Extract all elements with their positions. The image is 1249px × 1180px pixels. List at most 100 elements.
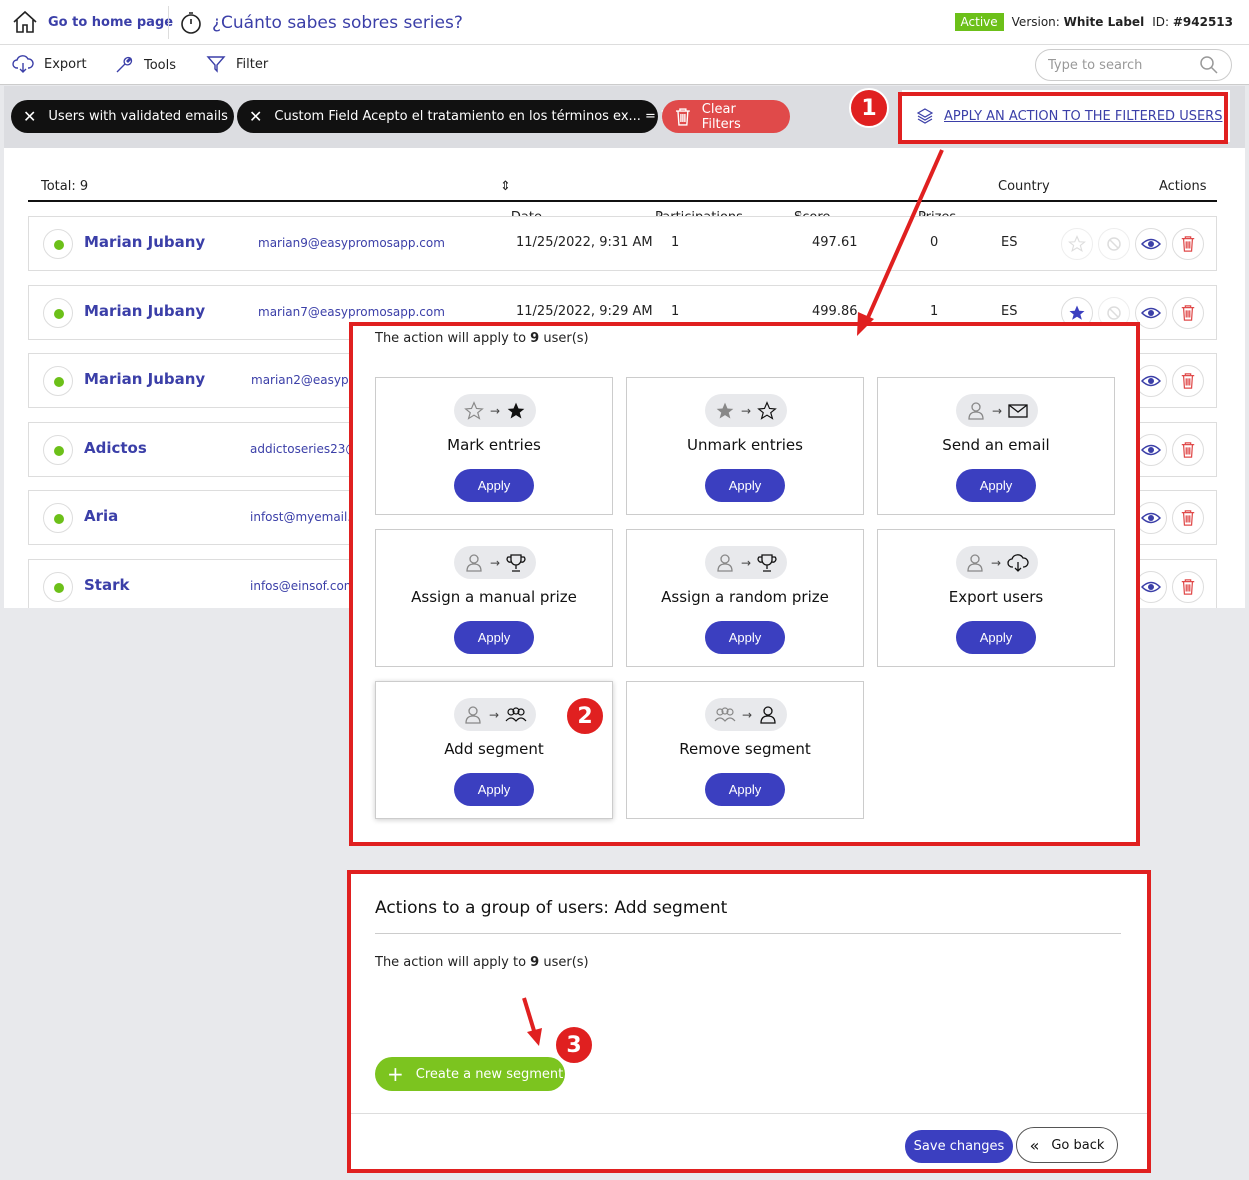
trash-icon <box>1181 510 1195 526</box>
close-icon[interactable]: ✕ <box>23 107 36 126</box>
search-input[interactable] <box>1048 57 1198 73</box>
delete-button[interactable] <box>1172 434 1204 466</box>
cell-score: 497.61 <box>812 235 858 250</box>
status-indicator <box>43 503 73 533</box>
delete-button[interactable] <box>1172 571 1204 603</box>
version-value: White Label <box>1063 15 1145 29</box>
eye-icon <box>1141 375 1161 387</box>
page-title: ¿Cuánto sabes sobres series? <box>180 11 463 35</box>
eye-icon <box>1141 444 1161 456</box>
filter-chip-custom-field[interactable]: ✕ Custom Field Acepto el tratamiento en … <box>237 100 668 133</box>
cell-date: 11/25/2022, 9:31 AM <box>516 235 653 250</box>
column-actions: Actions <box>1159 179 1207 194</box>
filter-chip-label: Custom Field Acepto el tratamiento en lo… <box>274 109 669 124</box>
annotation-box-1 <box>898 92 1228 144</box>
annotation-box-3 <box>347 870 1151 1173</box>
block-icon <box>1107 237 1121 251</box>
home-link-label: Go to home page <box>48 14 174 30</box>
stopwatch-icon <box>181 12 201 34</box>
column-date[interactable]: ⇕ Date <box>500 179 542 225</box>
cell-date: 11/25/2022, 9:29 AM <box>516 304 653 319</box>
status-indicator <box>43 435 73 465</box>
user-email[interactable]: marian9@easypromosapp.com <box>258 236 445 250</box>
home-link[interactable]: Go to home page <box>12 10 173 34</box>
user-email[interactable]: infost@myemail. <box>250 510 351 524</box>
clear-filters-label: Clear Filters <box>701 101 741 132</box>
toolbar: Export Tools Filter <box>0 45 1249 85</box>
filter-chip-label: Users with validated emails <box>48 109 228 124</box>
trash-icon <box>1181 579 1195 595</box>
id-info: ID: #942513 <box>1152 15 1233 29</box>
table-row[interactable]: Marian Jubany marian9@easypromosapp.com … <box>28 216 1217 271</box>
user-email[interactable]: addictoseries23@ <box>250 442 357 456</box>
delete-button[interactable] <box>1172 297 1204 329</box>
export-button[interactable]: Export <box>12 55 87 73</box>
status-indicator <box>43 572 73 602</box>
filter-button[interactable]: Filter <box>206 55 268 73</box>
annotation-step-2: 2 <box>565 696 605 736</box>
page-title-text: ¿Cuánto sabes sobres series? <box>212 13 463 33</box>
delete-button[interactable] <box>1172 502 1204 534</box>
top-bar: Go to home page ¿Cuánto sabes sobres ser… <box>0 0 1249 45</box>
filter-chip-validated-emails[interactable]: ✕ Users with validated emails <box>11 100 234 133</box>
tools-button[interactable]: Tools <box>114 55 176 75</box>
trash-icon <box>1181 442 1195 458</box>
eye-icon <box>1141 238 1161 250</box>
total-count: Total: 9 <box>41 179 89 194</box>
cell-country: ES <box>1001 235 1018 250</box>
trash-icon <box>675 107 690 126</box>
eye-icon <box>1141 581 1161 593</box>
user-name[interactable]: Aria <box>84 507 118 525</box>
user-name[interactable]: Marian Jubany <box>84 233 205 251</box>
trash-icon <box>1181 305 1195 321</box>
status-badge: Active <box>954 13 1004 31</box>
tools-label: Tools <box>144 57 177 73</box>
export-label: Export <box>44 56 87 72</box>
cell-participations: 1 <box>671 235 680 250</box>
home-icon <box>13 10 37 33</box>
trash-icon <box>1181 373 1195 389</box>
status-indicator <box>43 366 73 396</box>
delete-button[interactable] <box>1172 228 1204 260</box>
annotation-step-1: 1 <box>849 88 889 128</box>
user-name[interactable]: Marian Jubany <box>84 302 205 320</box>
user-email[interactable]: marian7@easypromosapp.com <box>258 305 445 319</box>
search-box[interactable] <box>1035 49 1232 81</box>
wrench-icon <box>116 56 133 73</box>
cell-prizes: 1 <box>930 304 939 319</box>
star-outline-icon <box>1068 235 1086 252</box>
divider <box>168 6 169 39</box>
annotation-box-2 <box>349 322 1140 846</box>
eye-icon <box>1141 512 1161 524</box>
block-button[interactable] <box>1098 228 1130 260</box>
view-button[interactable] <box>1135 228 1167 260</box>
cell-score: 499.86 <box>812 304 858 319</box>
close-icon[interactable]: ✕ <box>249 107 262 126</box>
trash-icon <box>1181 236 1195 252</box>
clear-filters-button[interactable]: Clear Filters <box>662 100 790 133</box>
cell-country: ES <box>1001 304 1018 319</box>
mark-button[interactable] <box>1061 228 1093 260</box>
eye-icon <box>1141 307 1161 319</box>
status-indicator <box>43 229 73 259</box>
user-name[interactable]: Stark <box>84 576 129 594</box>
id-label: ID: <box>1152 15 1170 29</box>
cell-prizes: 0 <box>930 235 939 250</box>
user-name[interactable]: Adictos <box>84 439 147 457</box>
id-value: #942513 <box>1172 15 1233 29</box>
user-email[interactable]: infos@einsof.con <box>250 579 351 593</box>
version-info: Version: White Label <box>1012 15 1145 29</box>
block-icon <box>1107 306 1121 320</box>
table-header: Total: 9 ⇕ Date ⇕Participations ⇕ Score … <box>28 148 1217 225</box>
status-indicator <box>43 298 73 328</box>
star-filled-icon <box>1069 305 1085 320</box>
cell-participations: 1 <box>671 304 680 319</box>
delete-button[interactable] <box>1172 365 1204 397</box>
user-email[interactable]: marian2@easypi <box>251 373 352 387</box>
column-country: Country <box>998 179 1050 194</box>
version-label: Version: <box>1011 15 1060 29</box>
search-icon[interactable] <box>1199 55 1219 75</box>
filter-label: Filter <box>236 56 269 72</box>
status-area: Active Version: White Label ID: #942513 <box>954 13 1233 31</box>
user-name[interactable]: Marian Jubany <box>84 370 205 388</box>
